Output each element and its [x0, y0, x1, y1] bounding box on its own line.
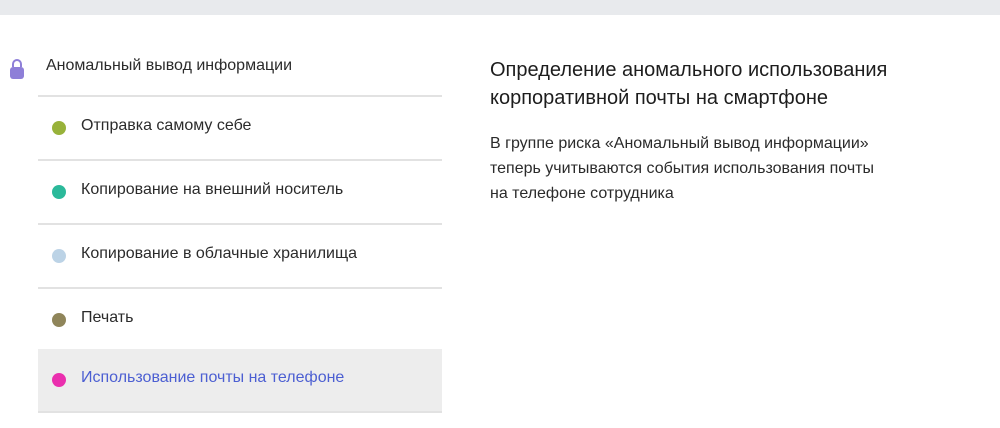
description-line: В группе риска «Аномальный вывод информа… — [490, 135, 869, 152]
list-item-label: Отправка самому себе — [81, 117, 252, 134]
list-item-print[interactable]: Печать — [38, 289, 442, 351]
status-dot — [52, 373, 66, 387]
list-item-phone-mail[interactable]: Использование почты на телефоне — [38, 349, 442, 411]
status-dot — [52, 185, 66, 199]
divider — [38, 411, 442, 413]
risk-group-header[interactable]: Аномальный вывод информации — [0, 48, 460, 88]
list-item-external-media[interactable]: Копирование на внешний носитель — [38, 161, 442, 223]
detail-description: В группе риска «Аномальный вывод информа… — [490, 131, 990, 206]
list-item-cloud-storage[interactable]: Копирование в облачные хранилища — [38, 225, 442, 287]
status-dot — [52, 121, 66, 135]
list-item-self-send[interactable]: Отправка самому себе — [38, 97, 442, 159]
lock-icon — [9, 58, 25, 80]
status-dot — [52, 313, 66, 327]
list-item-label: Копирование на внешний носитель — [81, 181, 344, 198]
detail-heading: Определение аномального использования ко… — [490, 56, 990, 112]
detail-panel: Определение аномального использования ко… — [490, 56, 990, 206]
top-bar — [0, 0, 1000, 15]
heading-line: корпоративной почты на смартфоне — [490, 87, 829, 109]
status-dot — [52, 249, 66, 263]
risk-group-list: Аномальный вывод информации Отправка сам… — [0, 15, 460, 428]
heading-line: Определение аномального использования — [490, 59, 888, 81]
risk-group-label: Аномальный вывод информации — [46, 57, 293, 74]
list-item-label: Использование почты на телефоне — [81, 369, 345, 386]
list-item-label: Печать — [81, 309, 134, 326]
description-line: теперь учитываются события использования… — [490, 160, 874, 177]
list-item-label: Копирование в облачные хранилища — [81, 245, 358, 262]
description-line: на телефоне сотрудника — [490, 185, 674, 202]
